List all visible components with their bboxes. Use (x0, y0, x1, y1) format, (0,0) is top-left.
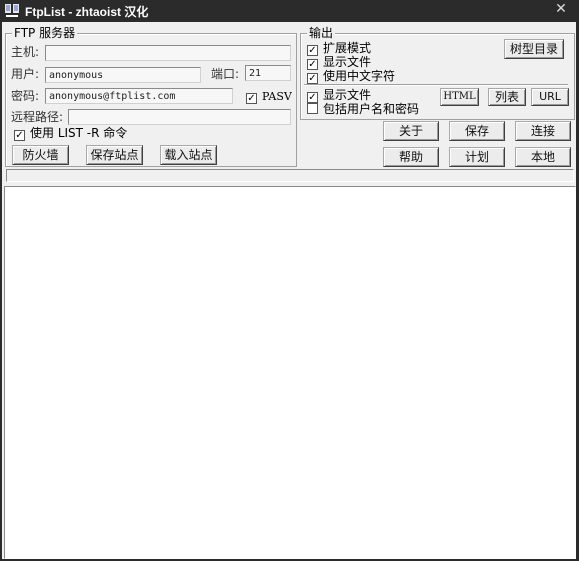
remote-path-label: 远程路径: (11, 110, 64, 124)
extended-mode-checkbox[interactable]: ✓ 扩展模式 (307, 41, 372, 56)
output-separator (304, 84, 568, 86)
password-field[interactable]: anonymous@ftplist.com (45, 88, 233, 104)
html-button[interactable]: HTML (440, 88, 479, 106)
list-button[interactable]: 列表 (488, 88, 526, 106)
use-chinese-checkbox[interactable]: ✓ 使用中文字符 (307, 69, 396, 84)
help-button[interactable]: 帮助 (383, 147, 439, 167)
schedule-button[interactable]: 计划 (449, 147, 505, 167)
checkmark-icon: ✓ (307, 73, 318, 84)
port-field[interactable]: 21 (245, 65, 291, 81)
pasv-label: PASV (262, 90, 292, 103)
list-r-checkbox[interactable]: ✓ 使用 LIST -R 命令 (14, 126, 128, 141)
pasv-checkbox[interactable]: ✓ PASV (246, 89, 292, 104)
ftplist-app-icon (4, 3, 20, 19)
tree-dir-button[interactable]: 树型目录 (504, 39, 564, 59)
output-legend: 输出 (307, 26, 336, 40)
about-button[interactable]: 关于 (383, 121, 439, 141)
include-credentials-label: 包括用户名和密码 (323, 102, 420, 116)
show-files2-checkbox[interactable]: ✓ 显示文件 (307, 88, 372, 103)
checkmark-icon: ✓ (14, 130, 25, 141)
user-field[interactable]: anonymous (45, 67, 201, 83)
url-button[interactable]: URL (531, 88, 569, 106)
connect-button[interactable]: 连接 (515, 121, 571, 141)
output-textarea[interactable] (4, 186, 576, 559)
window-title: FtpList - zhtaoist 汉化 (25, 5, 149, 19)
ftp-server-legend: FTP 服务器 (12, 26, 78, 40)
status-bar (6, 169, 574, 182)
show-files2-label: 显示文件 (323, 88, 372, 102)
extended-mode-label: 扩展模式 (323, 41, 372, 55)
title-bar: FtpList - zhtaoist 汉化 ✕ (0, 0, 579, 22)
show-files-checkbox[interactable]: ✓ 显示文件 (307, 55, 372, 70)
use-chinese-label: 使用中文字符 (323, 69, 396, 83)
save-site-button[interactable]: 保存站点 (86, 145, 143, 165)
password-label: 密码: (11, 89, 40, 103)
port-label: 端口: (211, 67, 240, 81)
checkmark-icon: ✓ (246, 93, 257, 104)
show-files-label: 显示文件 (323, 55, 372, 69)
close-icon[interactable]: ✕ (548, 0, 574, 20)
remote-path-field[interactable] (68, 109, 291, 125)
checkbox-empty (307, 103, 318, 114)
user-label: 用户: (11, 67, 40, 81)
host-field[interactable] (45, 45, 291, 61)
host-label: 主机: (11, 45, 40, 59)
load-site-button[interactable]: 载入站点 (160, 145, 217, 165)
save-button[interactable]: 保存 (449, 121, 505, 141)
local-button[interactable]: 本地 (515, 147, 571, 167)
include-credentials-checkbox[interactable]: 包括用户名和密码 (307, 102, 419, 116)
main-window: FTP 服务器 主机: 用户: anonymous 端口: 21 密码: ano… (2, 22, 576, 559)
list-r-label: 使用 LIST -R 命令 (30, 126, 128, 140)
firewall-button[interactable]: 防火墙 (12, 145, 69, 165)
